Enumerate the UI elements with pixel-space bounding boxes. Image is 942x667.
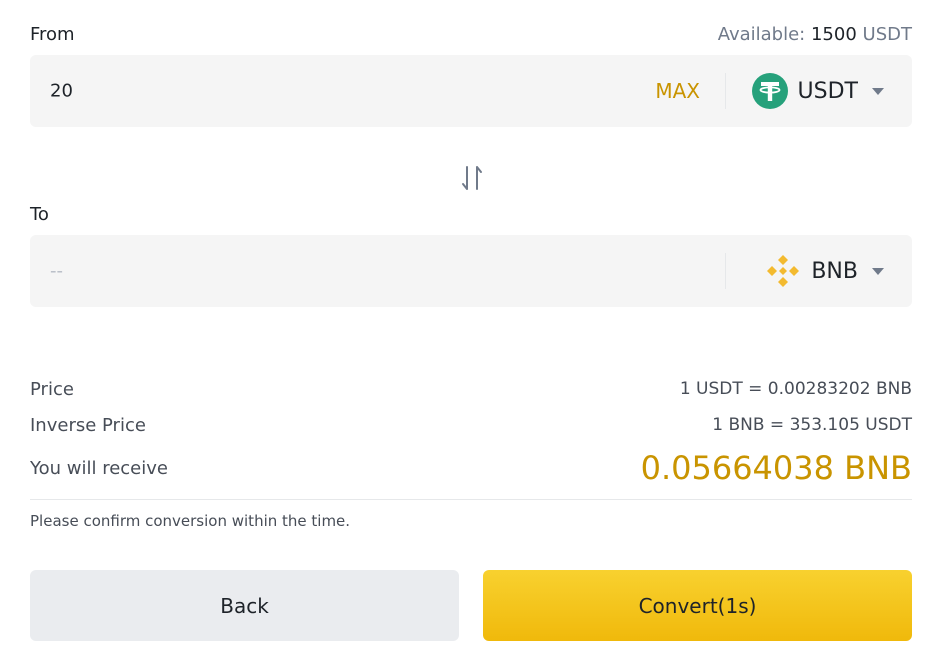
price-value: 1 USDT = 0.00283202 BNB (679, 379, 912, 399)
caret-down-icon (872, 267, 884, 275)
price-label: Price (30, 378, 74, 400)
receive-label: You will receive (30, 457, 168, 479)
receive-value: 0.05664038 BNB (640, 449, 912, 487)
receive-row: You will receive 0.05664038 BNB (30, 448, 912, 488)
convert-button[interactable]: Convert(1s) (483, 570, 912, 641)
inverse-price-label: Inverse Price (30, 414, 146, 436)
from-coin-select[interactable]: USDT (751, 73, 884, 109)
caret-down-icon (872, 87, 884, 95)
max-button[interactable]: MAX (655, 79, 700, 103)
bnb-icon (765, 253, 801, 289)
available-balance: Available: 1500 USDT (718, 24, 912, 45)
from-coin-name: USDT (797, 78, 858, 104)
from-amount-input[interactable]: 20 (50, 81, 73, 102)
tether-icon (751, 73, 788, 109)
available-unit: USDT (862, 24, 912, 45)
field-divider (725, 253, 726, 289)
divider (30, 499, 912, 500)
available-label: Available: (717, 24, 806, 45)
to-label: To (30, 204, 49, 225)
available-amount: 1500 (810, 24, 857, 45)
inverse-price-value: 1 BNB = 353.105 USDT (712, 415, 912, 435)
convert-panel: From Available: 1500 USDT 20 MAX USDT To… (0, 0, 942, 667)
from-label: From (30, 24, 75, 45)
to-amount-field[interactable]: -- BNB (30, 235, 912, 307)
inverse-price-row: Inverse Price 1 BNB = 353.105 USDT (30, 410, 912, 440)
swap-arrows-icon[interactable] (459, 163, 485, 193)
price-row: Price 1 USDT = 0.00283202 BNB (30, 374, 912, 404)
to-coin-select[interactable]: BNB (765, 253, 884, 289)
back-button[interactable]: Back (30, 570, 459, 641)
from-amount-field[interactable]: 20 MAX USDT (30, 55, 912, 127)
confirm-note: Please confirm conversion within the tim… (30, 512, 351, 530)
field-divider (725, 73, 726, 109)
to-coin-name: BNB (811, 258, 858, 284)
to-amount-input[interactable]: -- (50, 261, 63, 282)
